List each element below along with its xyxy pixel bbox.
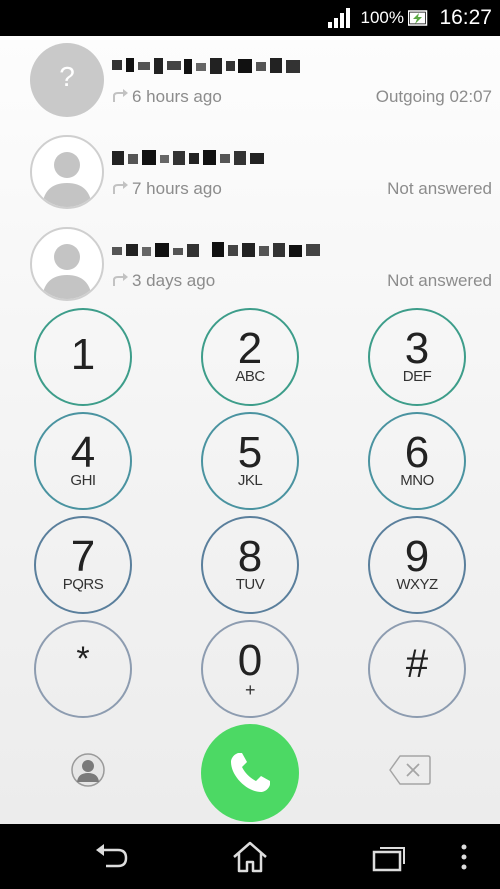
contact-avatar bbox=[30, 135, 104, 209]
key-digit: 9 bbox=[404, 532, 430, 581]
recent-apps-icon[interactable] bbox=[370, 840, 410, 874]
key-3[interactable]: 3 DEF bbox=[368, 308, 466, 406]
key-2[interactable]: 2 ABC bbox=[201, 308, 299, 406]
key-letters: ABC bbox=[235, 368, 265, 385]
redacted-contact-name bbox=[112, 58, 300, 74]
key-8[interactable]: 8 TUV bbox=[201, 516, 299, 614]
key-digit: # bbox=[405, 642, 429, 686]
call-button[interactable] bbox=[201, 724, 299, 822]
menu-icon[interactable] bbox=[454, 840, 474, 874]
key-0[interactable]: 0 + bbox=[201, 620, 299, 718]
call-status: Not answered bbox=[387, 271, 492, 290]
back-icon[interactable] bbox=[92, 840, 132, 874]
battery-percent: 100% bbox=[360, 8, 404, 27]
call-time: 3 days ago bbox=[112, 271, 215, 291]
key-digit: 5 bbox=[237, 428, 263, 477]
redacted-contact-name bbox=[112, 150, 264, 165]
key-digit: 2 bbox=[237, 324, 263, 373]
unknown-avatar-symbol: ? bbox=[59, 61, 75, 92]
phone-icon bbox=[231, 753, 270, 792]
call-log-item[interactable]: 3 days ago Not answered bbox=[0, 220, 500, 310]
home-icon[interactable] bbox=[230, 840, 270, 874]
outgoing-call-arrow-icon bbox=[113, 89, 128, 102]
key-hash[interactable]: # bbox=[368, 620, 466, 718]
contact-avatar bbox=[30, 227, 104, 301]
dialer-screen: ? 6 hours ago Outgoing 02:07 7 hours ago… bbox=[0, 36, 500, 824]
call-log-item[interactable]: 7 hours ago Not answered bbox=[0, 128, 500, 218]
key-letters: DEF bbox=[402, 368, 432, 385]
key-digit: 3 bbox=[404, 324, 430, 373]
key-letters: TUV bbox=[235, 576, 265, 593]
key-letters: + bbox=[244, 680, 256, 700]
key-digit: 6 bbox=[404, 428, 430, 477]
key-4[interactable]: 4 GHI bbox=[34, 412, 132, 510]
call-status: Not answered bbox=[387, 179, 492, 198]
call-time-label: 6 hours ago bbox=[132, 87, 222, 106]
key-5[interactable]: 5 JKL bbox=[201, 412, 299, 510]
person-silhouette-icon bbox=[42, 244, 92, 299]
key-letters: WXYZ bbox=[396, 576, 438, 593]
key-letters: PQRS bbox=[62, 576, 104, 593]
navigation-bar bbox=[0, 824, 500, 889]
outgoing-call-arrow-icon bbox=[113, 273, 128, 286]
call-time: 6 hours ago bbox=[112, 87, 222, 107]
key-letters: GHI bbox=[70, 472, 96, 489]
call-time-label: 7 hours ago bbox=[132, 179, 222, 198]
key-letters: MNO bbox=[400, 472, 434, 489]
outgoing-call-arrow-icon bbox=[113, 181, 128, 194]
call-time-label: 3 days ago bbox=[132, 271, 216, 290]
redacted-contact-name bbox=[112, 242, 320, 257]
backspace-icon[interactable] bbox=[388, 754, 432, 786]
unknown-contact-avatar: ? bbox=[30, 43, 104, 117]
key-digit: 0 bbox=[237, 636, 263, 685]
person-silhouette-icon bbox=[42, 152, 92, 207]
key-letters: JKL bbox=[237, 472, 263, 489]
key-1[interactable]: 1 bbox=[34, 308, 132, 406]
call-log-item[interactable]: ? 6 hours ago Outgoing 02:07 bbox=[0, 36, 500, 126]
key-digit: 1 bbox=[70, 330, 96, 379]
key-digit: 8 bbox=[237, 532, 263, 581]
key-digit: * bbox=[76, 640, 90, 678]
signal-icon bbox=[328, 8, 350, 28]
call-time: 7 hours ago bbox=[112, 179, 222, 199]
status-bar: 100% 16:27 bbox=[0, 0, 500, 36]
key-6[interactable]: 6 MNO bbox=[368, 412, 466, 510]
key-9[interactable]: 9 WXYZ bbox=[368, 516, 466, 614]
key-star[interactable]: * bbox=[34, 620, 132, 718]
contacts-icon[interactable] bbox=[70, 752, 106, 788]
key-7[interactable]: 7 PQRS bbox=[34, 516, 132, 614]
key-digit: 7 bbox=[70, 532, 96, 581]
key-digit: 4 bbox=[70, 428, 96, 477]
clock: 16:27 bbox=[439, 6, 492, 29]
battery-charging-icon bbox=[408, 10, 428, 26]
call-status: Outgoing 02:07 bbox=[375, 87, 492, 106]
